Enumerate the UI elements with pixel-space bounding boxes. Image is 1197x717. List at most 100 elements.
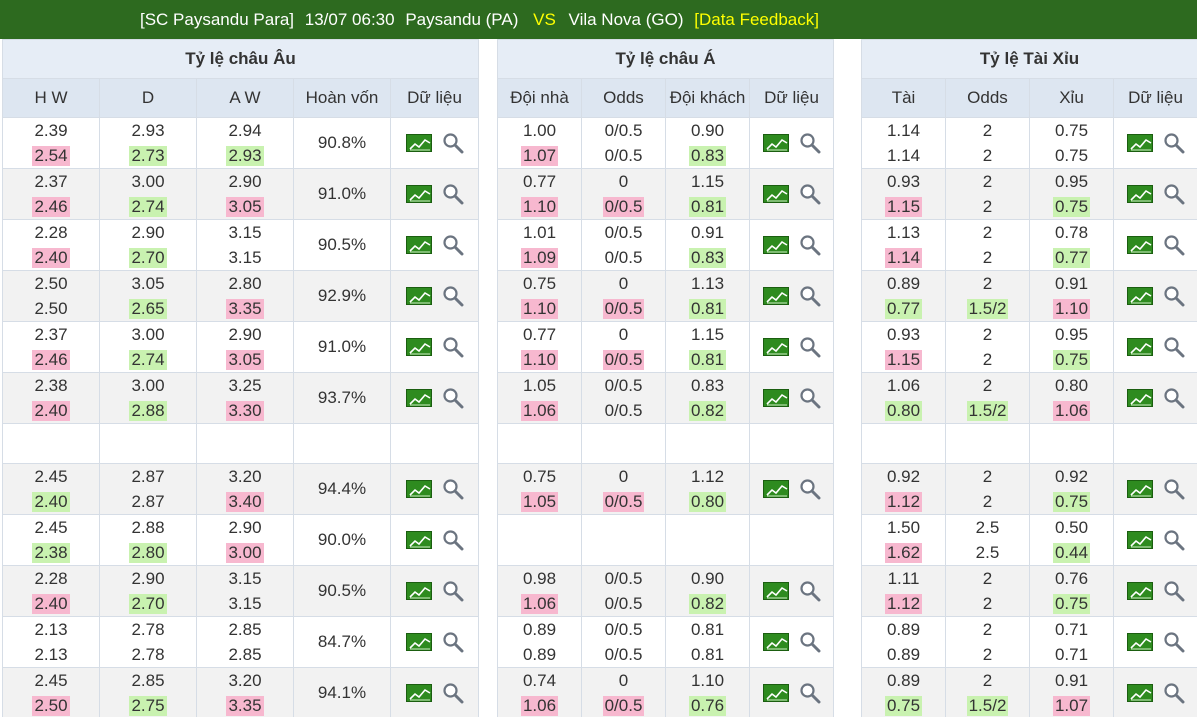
opening-odds: 1.05 — [522, 376, 557, 395]
table-row: 2.37 2.46 3.00 2.74 2.90 3.05 91.0% — [2, 168, 480, 220]
search-icon[interactable] — [1163, 387, 1185, 409]
opening-odds: 2.28 — [34, 569, 68, 588]
live-odds: 2 — [982, 197, 993, 216]
chart-icon[interactable] — [762, 389, 789, 407]
live-odds: 3.00 — [226, 543, 264, 563]
search-icon[interactable] — [442, 183, 464, 205]
opening-odds: 0.78 — [1054, 223, 1089, 242]
chart-icon[interactable] — [405, 389, 432, 407]
odds-cell: 0 0/0.5 — [581, 168, 666, 220]
col-draw: D — [99, 78, 197, 118]
search-icon[interactable] — [442, 234, 464, 256]
chart-icon[interactable] — [762, 185, 789, 203]
search-icon[interactable] — [799, 682, 821, 704]
chart-icon[interactable] — [1126, 287, 1153, 305]
odds-cell: 0.90 0.82 — [665, 565, 750, 617]
chart-icon[interactable] — [1126, 134, 1153, 152]
chart-icon[interactable] — [762, 134, 789, 152]
chart-icon[interactable] — [1126, 684, 1153, 702]
opening-odds: 0.75 — [522, 467, 557, 486]
search-icon[interactable] — [442, 529, 464, 551]
search-icon[interactable] — [799, 580, 821, 602]
opening-odds: 0.98 — [522, 569, 557, 588]
odds-cell: 3.15 3.15 — [196, 565, 294, 617]
search-icon[interactable] — [442, 132, 464, 154]
search-icon[interactable] — [442, 336, 464, 358]
chart-icon[interactable] — [762, 236, 789, 254]
search-icon[interactable] — [799, 478, 821, 500]
odds-cell: 2.28 2.40 — [2, 219, 100, 271]
search-icon[interactable] — [1163, 478, 1185, 500]
chart-icon[interactable] — [762, 480, 789, 498]
search-icon[interactable] — [1163, 234, 1185, 256]
search-icon[interactable] — [1163, 132, 1185, 154]
search-icon[interactable] — [442, 580, 464, 602]
odds-cell: 2.90 3.05 — [196, 168, 294, 220]
chart-icon[interactable] — [405, 531, 432, 549]
search-icon[interactable] — [1163, 682, 1185, 704]
odds-cell: 0.77 1.10 — [497, 168, 582, 220]
return-rate: 91.0% — [293, 168, 391, 220]
search-icon[interactable] — [1163, 580, 1185, 602]
live-odds: 0/0.5 — [604, 401, 643, 420]
chart-icon[interactable] — [1126, 531, 1153, 549]
chart-icon[interactable] — [405, 287, 432, 305]
search-icon[interactable] — [442, 285, 464, 307]
chart-icon[interactable] — [405, 684, 432, 702]
chart-icon[interactable] — [762, 287, 789, 305]
chart-icon[interactable] — [762, 582, 789, 600]
chart-icon[interactable] — [1126, 338, 1153, 356]
match-header: [SC Paysandu Para] 13/07 06:30 Paysandu … — [0, 0, 1197, 39]
chart-icon[interactable] — [405, 582, 432, 600]
search-icon[interactable] — [799, 285, 821, 307]
chart-icon[interactable] — [405, 338, 432, 356]
search-icon[interactable] — [1163, 183, 1185, 205]
table-row: 2.45 2.38 2.88 2.80 2.90 3.00 90.0% — [2, 514, 480, 566]
search-icon[interactable] — [799, 234, 821, 256]
live-odds: 0.75 — [884, 696, 923, 716]
search-icon[interactable] — [1163, 631, 1185, 653]
opening-odds: 2 — [982, 671, 993, 690]
chart-icon[interactable] — [405, 633, 432, 651]
search-icon[interactable] — [799, 183, 821, 205]
search-icon[interactable] — [442, 387, 464, 409]
opening-odds: 0.71 — [1054, 620, 1089, 639]
chart-icon[interactable] — [405, 236, 432, 254]
chart-icon[interactable] — [762, 633, 789, 651]
opening-odds: 1.50 — [886, 518, 921, 537]
chart-icon[interactable] — [1126, 582, 1153, 600]
search-icon[interactable] — [799, 132, 821, 154]
search-icon[interactable] — [442, 478, 464, 500]
opening-odds: 0.90 — [690, 121, 725, 140]
chart-icon[interactable] — [1126, 389, 1153, 407]
chart-icon[interactable] — [1126, 236, 1153, 254]
live-odds: 2.40 — [32, 248, 70, 268]
live-odds: 0.80 — [884, 401, 923, 421]
search-icon[interactable] — [799, 631, 821, 653]
search-icon[interactable] — [799, 387, 821, 409]
chart-icon[interactable] — [405, 134, 432, 152]
opening-odds: 0.50 — [1054, 518, 1089, 537]
data-tools — [389, 321, 480, 373]
live-odds: 2.75 — [129, 696, 167, 716]
search-icon[interactable] — [442, 631, 464, 653]
table-row: 0.92 1.12 2 2 0.92 0.75 — [861, 463, 1197, 515]
odds-cell: 2 1.5/2 — [945, 372, 1030, 424]
chart-icon[interactable] — [405, 480, 432, 498]
search-icon[interactable] — [442, 682, 464, 704]
opening-odds: 2 — [982, 223, 993, 242]
chart-icon[interactable] — [1126, 185, 1153, 203]
data-feedback-link[interactable]: [Data Feedback] — [694, 10, 819, 29]
search-icon[interactable] — [1163, 529, 1185, 551]
search-icon[interactable] — [1163, 285, 1185, 307]
live-odds: 0.71 — [1054, 645, 1089, 664]
chart-icon[interactable] — [762, 338, 789, 356]
opening-odds: 0/0.5 — [604, 569, 643, 588]
chart-icon[interactable] — [1126, 480, 1153, 498]
chart-icon[interactable] — [762, 684, 789, 702]
chart-icon[interactable] — [1126, 633, 1153, 651]
search-icon[interactable] — [799, 336, 821, 358]
chart-icon[interactable] — [405, 185, 432, 203]
search-icon[interactable] — [1163, 336, 1185, 358]
asian-odds-table: Tỷ lệ châu Á Đội nhà Odds Đội khách Dữ l… — [496, 39, 835, 717]
